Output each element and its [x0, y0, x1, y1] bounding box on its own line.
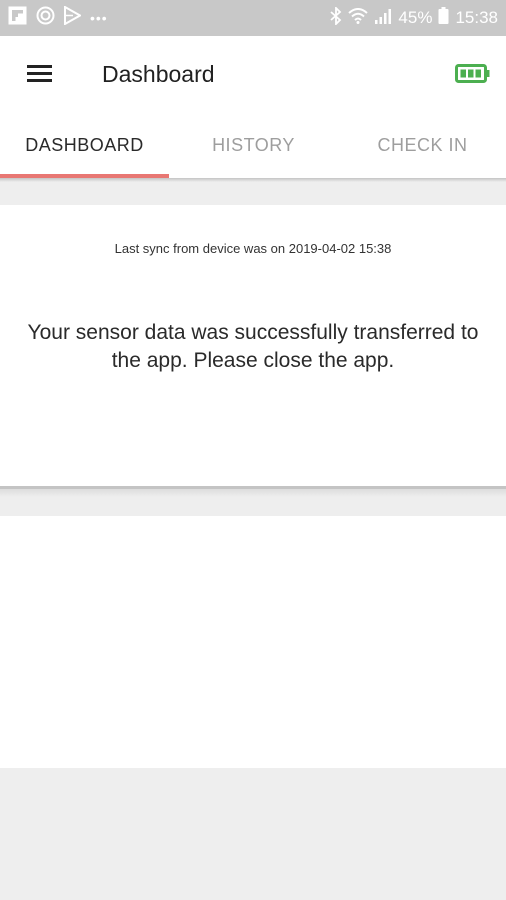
wifi-icon — [348, 7, 369, 29]
tab-bar: DASHBOARD HISTORY CHECK IN — [0, 112, 506, 178]
clock: 15:38 — [455, 8, 498, 27]
target-icon — [36, 6, 55, 30]
status-bar-right: 45% 15:38 — [330, 5, 498, 30]
battery-percent: 45% — [398, 8, 433, 27]
hamburger-menu-icon[interactable] — [22, 59, 56, 89]
empty-content-area — [0, 516, 506, 768]
battery-icon — [438, 7, 449, 29]
last-sync-text: Last sync from device was on 2019-04-02 … — [114, 241, 392, 256]
more-dots-icon: ••• — [90, 10, 108, 26]
tab-dashboard[interactable]: DASHBOARD — [0, 112, 169, 178]
play-icon — [64, 5, 83, 30]
tab-check-in[interactable]: CHECK IN — [338, 112, 506, 178]
card-divider — [0, 486, 506, 497]
transfer-success-message: Your sensor data was successfully transf… — [27, 321, 479, 372]
sync-status-card: Last sync from device was on 2019-04-02 … — [0, 205, 506, 486]
battery-full-icon[interactable] — [455, 64, 491, 88]
status-bar: ••• 45% 15:38 — [0, 0, 506, 36]
tab-bar-shadow — [0, 178, 506, 182]
status-bar-left: ••• — [8, 5, 108, 30]
app-bar: Dashboard — [0, 36, 506, 112]
signal-icon — [374, 8, 392, 29]
bluetooth-icon — [330, 5, 342, 30]
page-title: Dashboard — [102, 61, 215, 87]
tab-history[interactable]: HISTORY — [169, 112, 338, 178]
flipboard-icon — [8, 6, 27, 30]
